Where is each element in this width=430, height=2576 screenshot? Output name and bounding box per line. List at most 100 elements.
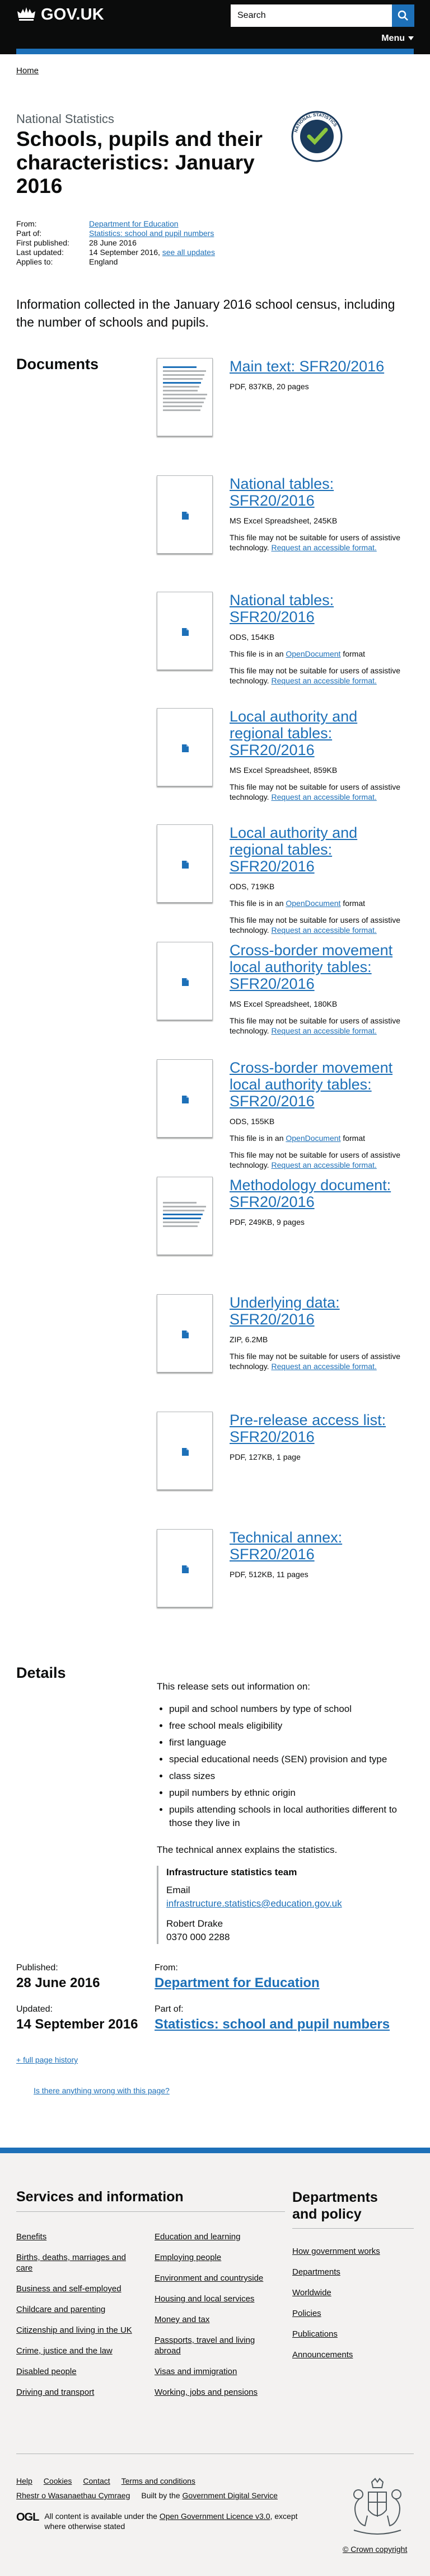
part-of-collection-link[interactable]: Statistics: school and pupil numbers xyxy=(155,2017,390,2032)
attachment-thumbnail[interactable] xyxy=(157,942,213,1020)
footer-link[interactable]: Working, jobs and pensions xyxy=(155,2388,258,2397)
footer-link[interactable]: Housing and local services xyxy=(155,2294,254,2304)
request-accessible-format-link[interactable]: Request an accessible format. xyxy=(271,543,376,552)
meta-from: From: Department for Education xyxy=(16,219,215,229)
attachment-details: Pre-release access list: SFR20/2016 PDF, … xyxy=(230,1412,414,1462)
meta-part-of-label: Part of: xyxy=(16,229,42,238)
attachment-title-link[interactable]: National tables: SFR20/2016 xyxy=(230,592,414,625)
search-placeholder: Search xyxy=(237,11,266,20)
attachment-title-link[interactable]: Local authority and regional tables: SFR… xyxy=(230,708,414,758)
attachment-thumbnail[interactable] xyxy=(157,358,213,436)
attachment-title-link[interactable]: Local authority and regional tables: SFR… xyxy=(230,824,414,875)
meta-last-updated: Last updated: 14 September 2016, see all… xyxy=(16,248,215,257)
report-problem-link[interactable]: Is there anything wrong with this page? xyxy=(34,2086,170,2095)
attachment-item: Cross-border movement local authority ta… xyxy=(157,1059,414,1169)
footer-link[interactable]: Business and self-employed xyxy=(16,2284,121,2294)
attachment-thumbnail[interactable] xyxy=(157,1294,213,1372)
meta-from-link[interactable]: Department for Education xyxy=(89,219,179,228)
attachment-item: National tables: SFR20/2016 ODS, 154KB Thi… xyxy=(157,592,414,685)
attachment-thumbnail[interactable] xyxy=(157,1412,213,1490)
search-button[interactable] xyxy=(392,4,414,27)
attachment-thumbnail[interactable] xyxy=(157,708,213,786)
attachment-details: Local authority and regional tables: SFR… xyxy=(230,708,414,802)
attachment-title-link[interactable]: National tables: SFR20/2016 xyxy=(230,475,414,509)
request-accessible-format-link[interactable]: Request an accessible format. xyxy=(271,1026,376,1035)
opendocument-link[interactable]: OpenDocument xyxy=(286,899,340,908)
contact-email-link[interactable]: infrastructure.statistics@education.gov.… xyxy=(166,1898,342,1909)
attachment-title-link[interactable]: Cross-border movement local authority ta… xyxy=(230,1059,414,1110)
footer-link[interactable]: Publications xyxy=(292,2329,338,2339)
meta-first-published-value: 28 June 2016 xyxy=(89,238,137,247)
govuk-logo-link[interactable]: GOV.UK xyxy=(16,4,104,25)
published-value: 28 June 2016 xyxy=(16,1975,100,1990)
attachment-thumbnail[interactable] xyxy=(157,475,213,554)
accessibility-note: This file may not be suitable for users … xyxy=(230,1016,401,1035)
meta-part-of-link[interactable]: Statistics: school and pupil numbers xyxy=(89,229,214,238)
part-of-label: Part of: xyxy=(155,2004,184,2014)
attachment-thumbnail[interactable] xyxy=(157,1177,213,1255)
list-item: special educational needs (SEN) provisio… xyxy=(169,1753,414,1766)
footer-link[interactable]: Education and learning xyxy=(155,2232,240,2242)
attachment-thumbnail[interactable] xyxy=(157,592,213,670)
footer-link[interactable]: Benefits xyxy=(16,2232,46,2242)
footer-link[interactable]: Driving and transport xyxy=(16,2388,94,2397)
attachment-title-link[interactable]: Main text: SFR20/2016 xyxy=(230,358,414,375)
site-footer: Services and information Departments and… xyxy=(0,2148,430,2576)
footer-link[interactable]: Passports, travel and living abroad xyxy=(155,2336,255,2356)
menu-toggle-button[interactable]: Menu xyxy=(381,34,414,44)
search-input[interactable]: Search xyxy=(231,4,392,27)
attachment-title-link[interactable]: Underlying data: SFR20/2016 xyxy=(230,1294,414,1328)
attachment-title-link[interactable]: Cross-border movement local authority ta… xyxy=(230,942,414,992)
footer-link[interactable]: Disabled people xyxy=(16,2367,77,2376)
opendocument-link[interactable]: OpenDocument xyxy=(286,1134,340,1143)
ogl-link[interactable]: Open Government Licence v3.0 xyxy=(160,2512,270,2521)
footer-meta-links-2: Rhestr o Wasanaethau Cymraeg Built by th… xyxy=(16,2491,278,2500)
attachment-title-link[interactable]: Pre-release access list: SFR20/2016 xyxy=(230,1412,414,1445)
from-department-link[interactable]: Department for Education xyxy=(155,1975,320,1991)
footer-services-col1: Benefits Births, deaths, marriages and c… xyxy=(16,2231,134,2408)
footer-link[interactable]: Announcements xyxy=(292,2350,353,2360)
see-all-updates-link[interactable]: see all updates xyxy=(162,248,215,257)
full-page-history-link[interactable]: + full page history xyxy=(16,2055,78,2064)
footer-link[interactable]: Citizenship and living in the UK xyxy=(16,2325,132,2335)
request-accessible-format-link[interactable]: Request an accessible format. xyxy=(271,1362,376,1371)
attachment-details: Cross-border movement local authority ta… xyxy=(230,1059,414,1170)
gds-link[interactable]: Government Digital Service xyxy=(183,2491,278,2500)
thumbnail-preview xyxy=(163,1185,208,1229)
crown-copyright-link[interactable]: © Crown copyright xyxy=(343,2545,407,2554)
footer-welsh-link[interactable]: Rhestr o Wasanaethau Cymraeg xyxy=(16,2491,130,2500)
footer-link[interactable]: Employing people xyxy=(155,2253,221,2262)
attachment-title-link[interactable]: Technical annex: SFR20/2016 xyxy=(230,1529,414,1563)
thumbnail-preview xyxy=(163,366,208,413)
breadcrumb-home-link[interactable]: Home xyxy=(16,66,39,76)
list-item: pupils attending schools in local author… xyxy=(169,1803,414,1830)
footer-link[interactable]: How government works xyxy=(292,2247,380,2256)
footer-link[interactable]: Money and tax xyxy=(155,2315,209,2324)
meta-last-updated-label: Last updated: xyxy=(16,248,64,257)
footer-link[interactable]: Worldwide xyxy=(292,2288,331,2297)
footer-terms-link[interactable]: Terms and conditions xyxy=(121,2476,195,2485)
published-meta: Published: 28 June 2016 xyxy=(16,1963,100,1991)
request-accessible-format-link[interactable]: Request an accessible format. xyxy=(271,792,376,801)
footer-contact-link[interactable]: Contact xyxy=(83,2476,110,2485)
footer-link[interactable]: Visas and immigration xyxy=(155,2367,237,2376)
attachment-details: Main text: SFR20/2016 PDF, 837KB, 20 page… xyxy=(230,358,414,391)
opendocument-link[interactable]: OpenDocument xyxy=(286,649,340,658)
request-accessible-format-link[interactable]: Request an accessible format. xyxy=(271,926,376,935)
request-accessible-format-link[interactable]: Request an accessible format. xyxy=(271,676,376,685)
attachment-thumbnail[interactable] xyxy=(157,1529,213,1607)
attachment-title-link[interactable]: Methodology document: SFR20/2016 xyxy=(230,1177,414,1210)
footer-link[interactable]: Environment and countryside xyxy=(155,2273,263,2283)
attachment-item: Technical annex: SFR20/2016 PDF, 512KB, 1… xyxy=(157,1529,414,1613)
footer-cookies-link[interactable]: Cookies xyxy=(44,2476,72,2485)
attachment-thumbnail[interactable] xyxy=(157,1059,213,1138)
footer-link[interactable]: Crime, justice and the law xyxy=(16,2346,113,2356)
request-accessible-format-link[interactable]: Request an accessible format. xyxy=(271,1160,376,1169)
footer-help-link[interactable]: Help xyxy=(16,2476,32,2485)
footer-link[interactable]: Childcare and parenting xyxy=(16,2305,105,2314)
footer-link[interactable]: Departments xyxy=(292,2267,340,2277)
site-header: GOV.UK Search Menu xyxy=(0,0,430,54)
footer-link[interactable]: Policies xyxy=(292,2309,321,2318)
attachment-thumbnail[interactable] xyxy=(157,824,213,903)
footer-link[interactable]: Births, deaths, marriages and care xyxy=(16,2253,126,2273)
